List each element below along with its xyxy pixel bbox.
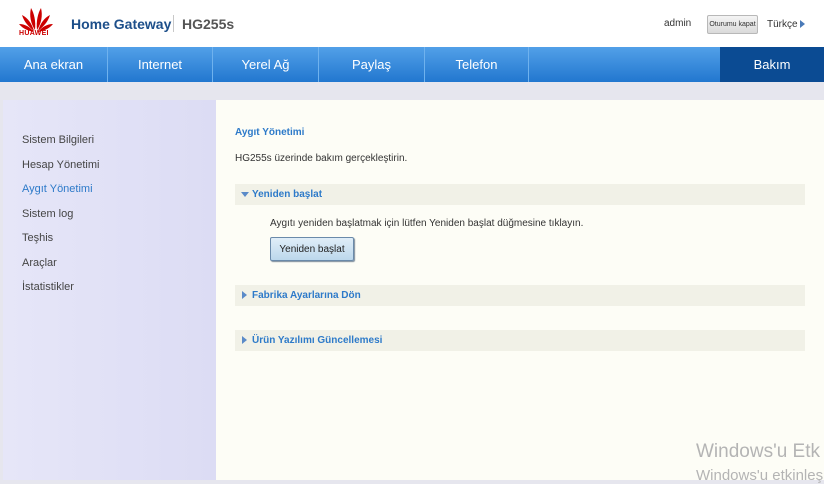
page-description: HG255s üzerinde bakım gerçekleştirin. [235, 153, 408, 164]
page-body: Sistem Bilgileri Hesap Yönetimi Aygıt Yö… [0, 82, 824, 484]
restart-button[interactable]: Yeniden başlat [270, 237, 354, 261]
windows-activation-watermark: Windows'u Etk [696, 441, 821, 462]
windows-activation-watermark-subtext: Windows'u etkinleş [696, 467, 824, 484]
chevron-right-icon [242, 336, 247, 344]
factory-reset-section-title: Fabrika Ayarlarına Dön [252, 290, 361, 301]
restart-section-header[interactable]: Yeniden başlat [235, 184, 805, 205]
main-nav: Ana ekran Internet Yerel Ağ Paylaş Telef… [0, 47, 824, 82]
chevron-right-icon[interactable] [800, 20, 805, 28]
nav-tab-phone[interactable]: Telefon [425, 47, 529, 82]
firmware-update-section-header[interactable]: Ürün Yazılımı Güncellemesi [235, 330, 805, 351]
sidebar-item-statistics[interactable]: İstatistikler [22, 281, 74, 293]
nav-tab-maintenance[interactable]: Bakım [720, 47, 824, 82]
content-panel: Aygıt Yönetimi HG255s üzerinde bakım ger… [216, 100, 824, 480]
sidebar: Sistem Bilgileri Hesap Yönetimi Aygıt Yö… [3, 100, 216, 480]
sidebar-item-device-management[interactable]: Aygıt Yönetimi [22, 183, 93, 195]
logout-button[interactable]: Oturumu kapat [707, 15, 758, 34]
brand-logo-text: HUAWEI [19, 30, 49, 37]
sidebar-item-tools[interactable]: Araçlar [22, 257, 57, 269]
page-title: Aygıt Yönetimi [235, 127, 305, 138]
title-divider [173, 15, 174, 32]
sidebar-item-diagnosis[interactable]: Teşhis [22, 232, 53, 244]
username-label: admin [664, 18, 692, 29]
nav-tab-internet[interactable]: Internet [108, 47, 213, 82]
sidebar-item-system-log[interactable]: Sistem log [22, 208, 73, 220]
sidebar-item-account-management[interactable]: Hesap Yönetimi [22, 159, 99, 171]
nav-tab-local-network[interactable]: Yerel Ağ [213, 47, 319, 82]
nav-tab-home[interactable]: Ana ekran [0, 47, 108, 82]
firmware-update-section-title: Ürün Yazılımı Güncellemesi [252, 335, 383, 346]
factory-reset-section-header[interactable]: Fabrika Ayarlarına Dön [235, 285, 805, 306]
app-title: Home Gateway [71, 16, 172, 32]
restart-section-title: Yeniden başlat [252, 189, 323, 200]
chevron-down-icon [241, 192, 249, 197]
language-selector[interactable]: Türkçe [767, 19, 798, 30]
chevron-right-icon [242, 291, 247, 299]
restart-instruction: Aygıtı yeniden başlatmak için lütfen Yen… [270, 218, 584, 229]
header: HUAWEI Home Gateway HG255s admin Oturumu… [0, 0, 824, 47]
nav-tab-share[interactable]: Paylaş [319, 47, 425, 82]
sidebar-item-system-info[interactable]: Sistem Bilgileri [22, 134, 94, 146]
device-model: HG255s [182, 16, 235, 32]
